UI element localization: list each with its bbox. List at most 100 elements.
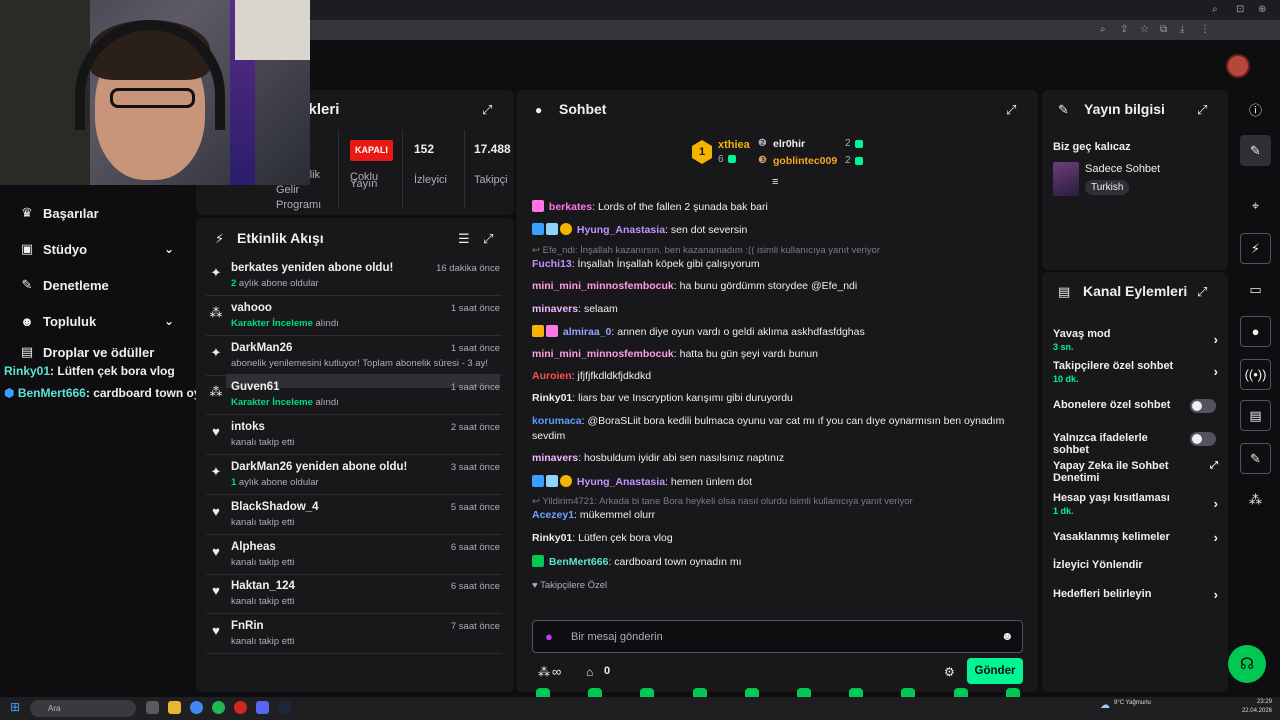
list-item[interactable]: ♥ intoks kanalı takip etti 2 saat önce (206, 415, 502, 456)
share-icon[interactable]: ⇪ (1120, 24, 1128, 35)
avatar[interactable] (1226, 54, 1250, 78)
send-button[interactable]: Gönder (967, 658, 1023, 684)
extensions-icon[interactable]: ⊡ (1236, 4, 1244, 15)
lightning-icon[interactable]: ⚡ (1240, 233, 1271, 264)
folder-icon[interactable] (168, 701, 181, 714)
chat-username[interactable]: Rinky01 (532, 392, 572, 404)
menu-icon[interactable]: ⋮ (1200, 24, 1210, 35)
channel-action-item[interactable]: Takipçilere özel sohbet 10 dk. › (1053, 360, 1218, 384)
filter-icon[interactable]: ☰ (458, 231, 470, 247)
store-icon[interactable]: ⌂ (586, 665, 593, 679)
download-icon[interactable]: ⤓ (1180, 24, 1184, 35)
emote-picker-icon[interactable]: ☻ (1001, 629, 1014, 643)
leader-1-name[interactable]: xthiea (718, 139, 750, 151)
list-item[interactable]: ♥ Haktan_124 kanalı takip etti 6 saat önce (206, 574, 502, 615)
search-icon[interactable]: ⌕ (1212, 4, 1218, 15)
nav-item-community[interactable]: ☻ Topluluk ⌄ (18, 303, 188, 339)
taskbar-search[interactable]: Ara (30, 700, 136, 717)
chat-username[interactable]: mini_mini_minnosfembocuk (532, 348, 674, 360)
bookmark-icon[interactable]: ☆ (1140, 24, 1149, 35)
rank-2-badge: ❷ (758, 138, 767, 149)
popout-icon[interactable]: ⤢ (1197, 284, 1207, 300)
chat-username[interactable]: minavers (532, 303, 578, 315)
list-item[interactable]: ✦ DarkMan26 yeniden abone oldu! 1 aylık ab… (206, 455, 502, 495)
list-item[interactable]: ⁂ Guven61 Karakter İnceleme alındı 1 saat ö… (206, 375, 502, 416)
profile-icon[interactable]: ⊕ (1258, 4, 1266, 15)
points-icon: ⁂ (209, 384, 223, 400)
task-view-icon[interactable] (146, 701, 159, 714)
toggle-switch[interactable] (1190, 432, 1216, 446)
chat-username[interactable]: Fuchi13 (532, 258, 572, 270)
opera-icon[interactable] (234, 701, 247, 714)
chat-username[interactable]: BenMert666 (549, 556, 609, 568)
chat-username[interactable]: Rinky01 (532, 532, 572, 544)
points-icon[interactable]: ⁂ (1240, 484, 1271, 515)
leader-3-count: 2 (845, 155, 851, 166)
channel-action-item[interactable]: Hesap yaşı kısıtlaması 1 dk. › (1053, 492, 1218, 516)
chat-username[interactable]: berkates (549, 201, 592, 213)
channel-action-item[interactable]: Yapay Zeka ile Sohbet Denetimi ⤢ (1053, 460, 1218, 484)
clip-icon[interactable]: ⌖ (1240, 190, 1271, 221)
list-item[interactable]: ✦ DarkMan26 abonelik yenilemesini kutluyor… (206, 336, 502, 388)
popout-icon[interactable]: ⤢ (482, 102, 492, 118)
chat-username[interactable]: Acezey1 (532, 509, 574, 521)
leader-2-name[interactable]: elr0hir (773, 138, 805, 150)
broadcast-icon[interactable]: ((•)) (1240, 359, 1271, 390)
list-item[interactable]: ♥ BlackShadow_4 kanalı takip etti 5 saat ön… (206, 495, 502, 535)
activity-detail: abonelik yenilemesini kutluyor! Toplam a… (231, 357, 488, 369)
activity-name: BlackShadow_4 (231, 500, 319, 513)
crown-icon (532, 325, 544, 337)
channel-action-item[interactable]: İzleyici Yönlendir (1053, 559, 1218, 571)
nav-item-moderation[interactable]: ✎ Denetleme (18, 267, 188, 303)
chat-username[interactable]: Hyung_Anastasia (577, 224, 665, 236)
toggle-switch[interactable] (1190, 399, 1216, 413)
chat-username[interactable]: mini_mini_minnosfembocuk (532, 280, 674, 292)
list-item[interactable]: ⁂ vahooo Karakter İnceleme alındı 1 saat ön… (206, 296, 502, 336)
tag-chip[interactable]: Turkish (1085, 180, 1130, 195)
chat-username[interactable]: minavers (532, 452, 578, 464)
chat-username[interactable]: Auroien (532, 370, 572, 382)
popout-icon[interactable]: ⤢ (1197, 102, 1207, 118)
spotify-icon[interactable] (212, 701, 225, 714)
chat-username[interactable]: Hyung_Anastasia (577, 476, 665, 488)
list-item[interactable]: ♥ Alpheas kanalı takip etti 6 saat önce (206, 535, 502, 575)
list-item[interactable]: ✦ berkates yeniden abone oldu! 2 aylık abo… (206, 256, 502, 296)
chat-bubble-icon: ● (535, 103, 543, 117)
settings-icon[interactable]: ⚙ (944, 665, 955, 679)
channel-action-item[interactable]: Yasaklanmış kelimeler › (1053, 530, 1218, 545)
microphone-icon[interactable]: ● (545, 629, 553, 644)
channel-action-item[interactable]: Yavaş mod 3 sn. › (1053, 328, 1218, 352)
collapse-icon[interactable]: ≡ (772, 176, 778, 188)
points-icon[interactable]: ⁂ (538, 665, 550, 679)
category-thumbnail[interactable] (1053, 162, 1079, 196)
popout-icon[interactable]: ⤢ (483, 231, 493, 247)
notes-icon[interactable]: ▭ (1240, 274, 1271, 305)
chat-username[interactable]: almiraa_0 (563, 326, 611, 338)
chat-input[interactable]: ● Bir mesaj gönderin ☻ (532, 620, 1023, 653)
zoom-icon[interactable]: ⌕ (1100, 24, 1106, 35)
list-item[interactable]: ♥ FnRin kanalı takip etti 7 saat önce (206, 614, 502, 655)
category-name[interactable]: Sadece Sohbet (1085, 163, 1160, 175)
wrench-icon[interactable]: ✎ (1240, 443, 1271, 474)
chat-username[interactable]: korumaca (532, 415, 582, 427)
steam-icon[interactable] (278, 701, 291, 714)
chrome-icon[interactable] (190, 701, 203, 714)
nav-item-drops[interactable]: ▤ Droplar ve ödüller (18, 339, 188, 365)
help-button[interactable]: ☊ (1228, 645, 1266, 683)
chat-message: almiraa_0: annen diye oyun vardı o geldi… (532, 325, 865, 338)
nav-item-studio[interactable]: ▣ Stüdyo ⌄ (18, 231, 188, 267)
discord-icon[interactable] (256, 701, 269, 714)
edit-icon[interactable]: ✎ (1240, 135, 1271, 166)
leader-3-name[interactable]: goblintec009 (773, 155, 837, 167)
info-icon[interactable]: ⓘ (1240, 94, 1271, 125)
channel-action-item[interactable]: Yalnızca ifadelerle sohbet (1053, 432, 1218, 456)
nav-item-achievements[interactable]: ♛ Başarılar (18, 195, 188, 231)
extension-icon[interactable]: ⧉ (1160, 24, 1167, 35)
channel-action-item[interactable]: Hedefleri belirleyin › (1053, 587, 1218, 602)
popout-icon[interactable]: ⤢ (1006, 102, 1016, 118)
chat-icon[interactable]: ● (1240, 316, 1271, 347)
channel-action-item[interactable]: Abonelere özel sohbet (1053, 399, 1218, 413)
activity-time: 1 saat önce (450, 302, 500, 314)
windows-start-icon[interactable]: ⊞ (10, 700, 20, 714)
actions-icon[interactable]: ▤ (1240, 400, 1271, 431)
